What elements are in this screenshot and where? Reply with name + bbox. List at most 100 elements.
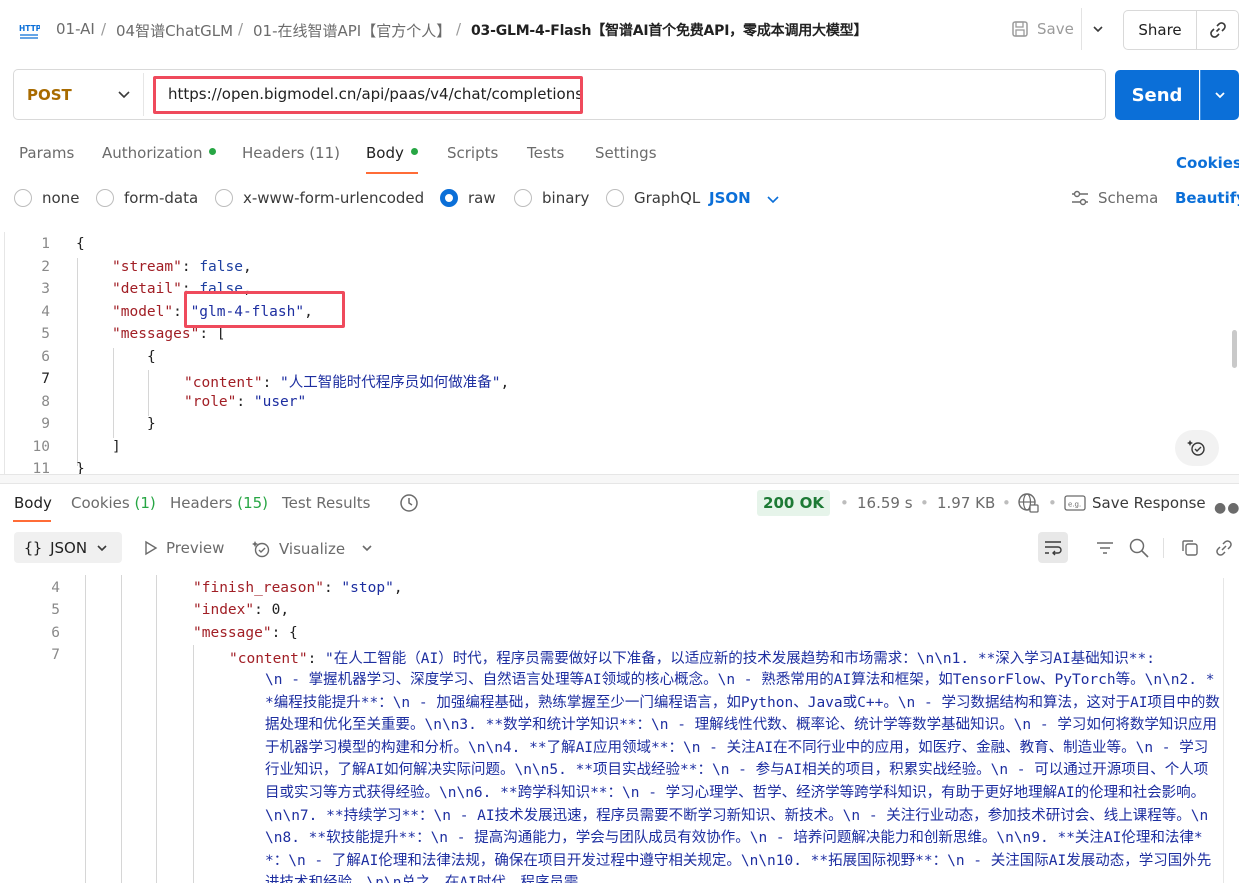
json-key: "content" xyxy=(184,375,263,391)
json-value: "在人工智能（AI）时代，程序员需要做好以下准备，以适应新的技术发展趋势和市场需… xyxy=(325,651,1155,667)
json-key: "stream" xyxy=(112,259,182,275)
preview-button[interactable]: Preview xyxy=(144,539,224,557)
line-number: 5 xyxy=(51,602,60,618)
response-body-viewer[interactable]: 4 5 6 7 "finish_reason": "stop", "index"… xyxy=(0,575,1239,883)
response-tab-headers[interactable]: Headers (15) xyxy=(170,494,268,512)
code-line: "stream": false, xyxy=(112,259,252,275)
send-options-button[interactable] xyxy=(1200,70,1239,120)
code-line: "content": "在人工智能（AI）时代，程序员需要做好以下准备，以适应新… xyxy=(229,651,1155,667)
chevron-down-icon[interactable] xyxy=(116,86,132,102)
filter-icon[interactable] xyxy=(1094,537,1116,559)
line-number: 10 xyxy=(32,439,50,455)
tab-params[interactable]: Params xyxy=(19,144,74,162)
response-tab-body[interactable]: Body xyxy=(14,494,52,512)
separator-dot: • xyxy=(1002,494,1011,512)
tab-authorization-label: Authorization xyxy=(102,144,203,162)
request-body-editor[interactable]: 1 2 3 4 5 6 7 8 9 10 11 { "stream": fals… xyxy=(0,232,1239,474)
line-number: 2 xyxy=(41,259,50,275)
send-button[interactable]: Send xyxy=(1115,70,1199,120)
save-label: Save xyxy=(1037,20,1074,38)
response-format-select[interactable]: {} JSON xyxy=(14,532,122,563)
search-icon[interactable] xyxy=(1128,537,1150,559)
line-number: 9 xyxy=(41,416,50,432)
cookies-link[interactable]: Cookies xyxy=(1176,154,1239,172)
save-options-button[interactable] xyxy=(1081,8,1113,50)
more-options-icon[interactable]: ●●● xyxy=(1214,500,1239,516)
radio-raw-label[interactable]: raw xyxy=(468,189,496,207)
ai-assist-button[interactable] xyxy=(1175,430,1219,466)
pane-divider[interactable] xyxy=(0,474,1239,484)
separator-dot: • xyxy=(840,494,849,512)
visualize-button[interactable]: Visualize xyxy=(251,539,345,559)
tab-authorization[interactable]: Authorization xyxy=(102,144,217,162)
svg-text:HTTP: HTTP xyxy=(19,24,40,33)
tab-body[interactable]: Body xyxy=(366,144,418,162)
indent-guide xyxy=(77,258,78,466)
indent-guide xyxy=(85,575,86,883)
tab-tests[interactable]: Tests xyxy=(527,144,564,162)
json-key: "content" xyxy=(229,651,308,667)
body-format-select[interactable]: JSON xyxy=(709,189,751,207)
code-line: "index": 0, xyxy=(193,602,290,618)
breadcrumb-item-1[interactable]: 01-AI xyxy=(56,20,95,38)
save-button[interactable]: Save xyxy=(1003,8,1081,50)
response-format-label: JSON xyxy=(50,538,88,557)
breadcrumb-item-3[interactable]: 01-在线智谱API【官方个人】 xyxy=(253,20,451,41)
indent-guide xyxy=(121,575,122,883)
code-line: "finish_reason": "stop", xyxy=(193,580,403,596)
response-tab-cookies[interactable]: Cookies (1) xyxy=(71,494,156,512)
code-line: "message": { xyxy=(193,625,298,641)
schema-button[interactable]: Schema xyxy=(1098,189,1158,207)
radio-graphql[interactable] xyxy=(606,189,624,207)
copy-icon[interactable] xyxy=(1179,537,1201,559)
status-dot xyxy=(209,148,217,155)
line-number: 4 xyxy=(51,580,60,596)
tab-settings[interactable]: Settings xyxy=(595,144,657,162)
code-line: } xyxy=(76,461,85,474)
radio-form-data-label[interactable]: form-data xyxy=(124,189,198,207)
chevron-down-icon[interactable] xyxy=(360,541,374,555)
status-code: 200 OK xyxy=(763,494,824,512)
history-icon[interactable] xyxy=(398,492,420,514)
response-time[interactable]: 16.59 s xyxy=(857,494,913,512)
beautify-button[interactable]: Beautify xyxy=(1175,189,1239,207)
wrap-icon xyxy=(1045,541,1062,556)
request-title[interactable]: 03-GLM-4-Flash【智谱AI首个免费API，零成本调用大模型】 xyxy=(471,20,867,40)
radio-binary[interactable] xyxy=(514,189,532,207)
indent-guide xyxy=(148,370,149,416)
tab-headers[interactable]: Headers (11) xyxy=(242,144,340,162)
radio-binary-label[interactable]: binary xyxy=(542,189,589,207)
editor-scrollbar[interactable] xyxy=(1232,330,1237,368)
radio-urlencoded[interactable] xyxy=(215,189,233,207)
line-number: 7 xyxy=(41,371,50,387)
response-scrollbar[interactable] xyxy=(1223,578,1224,883)
breadcrumb-separator: / xyxy=(238,20,244,38)
radio-form-data[interactable] xyxy=(96,189,114,207)
radio-graphql-label[interactable]: GraphQL xyxy=(634,189,700,207)
radio-raw[interactable] xyxy=(440,189,458,207)
tab-label: Headers xyxy=(170,494,233,512)
breadcrumb-item-2[interactable]: 04智谱ChatGLM xyxy=(116,20,233,41)
tab-label: Cookies xyxy=(71,494,130,512)
radio-none-label[interactable]: none xyxy=(42,189,79,207)
response-size[interactable]: 1.97 KB xyxy=(937,494,995,512)
preview-label: Preview xyxy=(166,539,225,557)
active-tab-indicator xyxy=(13,520,51,522)
share-button[interactable]: Share xyxy=(1123,10,1196,50)
save-response-button[interactable]: Save Response xyxy=(1092,494,1206,512)
link-icon[interactable] xyxy=(1213,537,1235,559)
line-number: 3 xyxy=(41,281,50,297)
send-label: Send xyxy=(1131,84,1183,106)
response-tab-test-results[interactable]: Test Results xyxy=(282,494,370,512)
tab-scripts[interactable]: Scripts xyxy=(447,144,498,162)
globe-icon[interactable] xyxy=(1017,492,1039,514)
status-badge[interactable]: 200 OK xyxy=(757,490,830,516)
sparkle-icon xyxy=(1187,440,1205,456)
method-select[interactable]: POST xyxy=(27,86,72,104)
wrap-lines-button[interactable] xyxy=(1038,532,1068,563)
copy-link-button[interactable] xyxy=(1196,10,1239,50)
indent-guide xyxy=(193,645,194,883)
radio-none[interactable] xyxy=(14,189,32,207)
radio-urlencoded-label[interactable]: x-www-form-urlencoded xyxy=(243,189,424,207)
chevron-down-icon[interactable] xyxy=(765,191,781,207)
